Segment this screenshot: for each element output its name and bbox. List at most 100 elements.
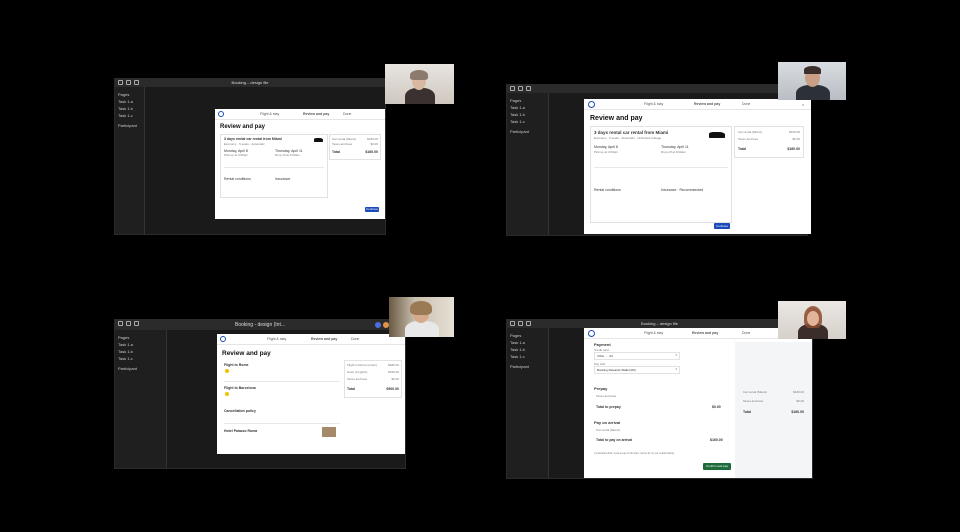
page-item[interactable]: Task 1.c [118,113,141,118]
terms-text[interactable]: I understand that I need to pay in full … [594,452,675,455]
continue-button[interactable]: Continue [714,223,730,229]
menu-icon[interactable] [510,86,515,91]
step-1: Flight & stay [644,102,664,106]
trip-card: 3 days rental car rental from Miami Econ… [220,134,328,198]
trip-title: 3 days rental car rental from Miami [224,137,282,141]
section-insurance: Insurance [275,177,291,181]
page-item[interactable]: Task 1.b [510,347,545,352]
stepper-nav: Flight & stay Review and pay Done [215,109,385,120]
step-3: Done [351,337,360,341]
total-arrival-value: $160.00 [710,438,723,442]
step-1: Flight & stay [267,337,287,341]
notes-label: Participant [510,364,529,369]
total-prepay-label: Total to prepay [596,405,621,409]
comment-icon[interactable] [526,321,531,326]
menu-icon[interactable] [118,321,123,326]
section-insurance: Insurance · Recommended [661,188,704,192]
layers-icon[interactable] [518,86,523,91]
wallet-select[interactable]: Booking Rewards Wallet (€0) ▾ [594,366,680,374]
price-row-value: $480.00 [388,363,399,367]
payment-heading: Payment [594,342,611,347]
page-title: Review and pay [220,124,266,130]
page-item[interactable]: Task 1.b [510,112,545,117]
layers-icon[interactable] [126,80,131,85]
step-2: Review and pay [311,337,338,341]
participant-webcam [389,297,454,337]
price-row-value: $160.00 [789,130,800,134]
airline-logo-icon [225,392,229,396]
step-2: Review and pay [694,102,721,106]
trip-subtitle: Economy · 5 seats · Automatic · Unlimite… [594,136,662,140]
step-2: Review and pay [692,331,719,335]
total-arrival-label: Total to pay on arrival [596,438,633,442]
arrival-row: Car rental (Miami) [596,428,621,432]
participant-webcam [385,64,454,104]
continue-button[interactable]: Continue [365,207,379,212]
comment-icon[interactable] [134,321,139,326]
page-item[interactable]: Task 1.c [510,354,545,359]
price-row-value: $160.00 [793,390,804,394]
airline-logo-icon [225,369,229,373]
card-select[interactable]: VISA ···· 04 ▾ [594,352,680,360]
pages-label: Pages [510,98,522,103]
page-title: Review and pay [222,350,271,357]
itinerary: Flight to Rome Flight to Barcelona Cance… [222,361,342,453]
comment-icon[interactable] [134,80,139,85]
divider [224,423,340,424]
chevron-down-icon: ▾ [675,353,677,357]
price-row-value: $160.00 [367,137,378,141]
divider [594,167,728,168]
window-titlebar: Booking – design file [115,79,385,87]
price-row-label: Taxes and fees [743,399,764,403]
total-value: $160.00 [787,147,800,151]
confirm-and-pay-button[interactable]: Confirm and pay [703,463,731,470]
prototype-frame: Flight & stay Review and pay Done × Revi… [584,99,811,234]
menu-icon[interactable] [118,80,123,85]
prototype-frame: Flight & stay Review and pay Done Review… [215,109,385,219]
price-row-label: Car rental (Miami) [743,390,768,394]
page-item[interactable]: Task 1.b [118,349,163,354]
pickup-date: Monday, April 8 [594,145,618,149]
close-icon[interactable]: × [802,102,804,107]
window-titlebar: Booking - design (Int... [115,320,405,330]
divider [224,381,340,382]
trip-title: 3 days rental car rental from Miami [594,130,669,135]
page-item[interactable]: Task 1.c [118,356,163,361]
page-item[interactable]: Task 1.a [510,105,545,110]
participant-webcam [778,62,846,100]
total-value: $160.00 [791,410,804,414]
pages-sidebar: Pages Task 1.a Task 1.b Task 1.c Partici… [115,330,167,468]
total-value: $160.00 [365,150,378,154]
price-row-label: Taxes and fees [347,377,368,381]
brand-logo-icon [588,101,595,108]
notes-label: Participant [118,123,137,128]
pages-label: Pages [510,333,522,338]
page-item[interactable]: Task 1.a [118,342,163,347]
notes-label: Participant [510,129,529,134]
layers-icon[interactable] [126,321,131,326]
divider [224,167,324,168]
price-row-label: Hotel (3 nights) [347,370,368,374]
brand-logo-icon [218,111,224,117]
page-item[interactable]: Task 1.a [118,99,141,104]
comment-icon[interactable] [526,86,531,91]
page-item[interactable]: Task 1.c [510,119,545,124]
layers-icon[interactable] [518,321,523,326]
wallet-value: Booking Rewards Wallet (€0) [597,368,636,372]
page-title: Review and pay [590,115,643,122]
total-prepay-value: $0.00 [712,405,721,409]
menu-icon[interactable] [510,321,515,326]
step-3: Done [742,102,751,106]
price-summary: Flight to Rome (return) $480.00 Hotel (3… [344,360,402,398]
pickup-time: Pick up at 3:00pm [224,153,249,157]
total-label: Total [738,147,747,151]
prepay-row: Taxes and fees [596,394,617,398]
notes-label: Participant [118,366,137,371]
pages-sidebar: Pages Task 1.a Task 1.b Task 1.c Partici… [507,93,549,235]
design-app-window: Booking - design (Int... Pages Task 1.a … [114,319,406,469]
card-value: VISA ···· 04 [597,354,613,358]
page-item[interactable]: Task 1.a [510,340,545,345]
price-row-value: $0.00 [796,399,804,403]
dropoff-time: Drop off at 9:00am [275,153,300,157]
page-item[interactable]: Task 1.b [118,106,141,111]
